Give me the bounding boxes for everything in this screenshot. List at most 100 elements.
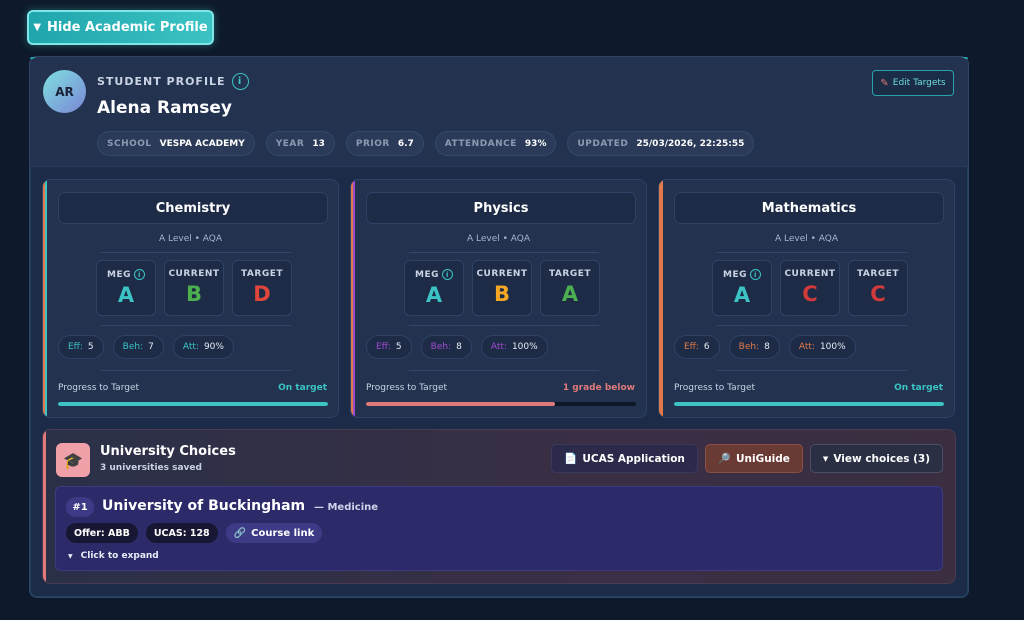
subject-title: Chemistry [58, 192, 328, 224]
target-grade: A [561, 282, 579, 306]
effort-value: 6 [703, 342, 710, 352]
subject-qualification: A Level • AQA [466, 234, 531, 244]
magnifier-icon: 🔎 [717, 453, 731, 465]
divider [409, 252, 599, 253]
effort-label: Eff: [376, 342, 391, 352]
meg-grade-box: MEG i A [404, 260, 464, 316]
target-label: TARGET [240, 269, 283, 279]
meg-grade: A [425, 283, 443, 307]
divider [101, 252, 291, 253]
chip-value: VESPA ACADEMY [159, 138, 245, 149]
divider [717, 370, 907, 371]
meg-label-text: MEG [107, 269, 131, 280]
info-icon[interactable]: i [134, 269, 145, 280]
divider [101, 325, 291, 326]
click-to-expand[interactable]: ▼ Click to expand [68, 551, 159, 561]
edit-targets-button[interactable]: ✎ Edit Targets [872, 70, 954, 96]
attendance-stat: Att: 90% [172, 335, 234, 359]
hide-academic-profile-button[interactable]: ▼ Hide Academic Profile [27, 10, 214, 45]
attendance-value: 100% [819, 342, 846, 352]
divider [717, 252, 907, 253]
progress-status: 1 grade below [562, 383, 635, 393]
attendance-label: Att: [798, 342, 815, 352]
progress-fill [674, 402, 944, 406]
progress-bar [58, 402, 328, 406]
target-grade-box: TARGET D [232, 260, 292, 316]
target-label: TARGET [548, 269, 591, 279]
course-link[interactable]: 🔗 Course link [225, 523, 323, 543]
grade-boxes: MEG i A CURRENT B TARGET D [96, 260, 292, 316]
subject-stats: Eff: 5 Beh: 7 Att: 90% [58, 335, 234, 359]
uniguide-label: UniGuide [735, 452, 790, 465]
behaviour-stat: Beh: 8 [420, 335, 472, 359]
choice-rank-badge: #1 [66, 497, 94, 517]
effort-label: Eff: [684, 342, 699, 352]
effort-stat: Eff: 6 [674, 335, 720, 359]
meg-label: MEG i [723, 269, 761, 280]
meg-grade: A [733, 283, 751, 307]
caret-down-icon: ▼ [33, 22, 42, 33]
current-grade: C [802, 282, 818, 306]
avatar: AR [43, 70, 86, 113]
subject-title: Mathematics [674, 192, 944, 224]
grade-boxes: MEG i A CURRENT B TARGET A [404, 260, 600, 316]
divider [717, 325, 907, 326]
toggle-label: Hide Academic Profile [47, 20, 208, 35]
current-grade: B [493, 282, 510, 306]
effort-stat: Eff: 5 [366, 335, 412, 359]
expand-label: Click to expand [80, 551, 159, 561]
university-name-text: University of Buckingham [102, 498, 306, 514]
academic-profile-panel: AR STUDENT PROFILE i Alena Ramsey ✎ Edit… [29, 56, 969, 598]
meg-label: MEG i [107, 269, 145, 280]
meg-grade: A [117, 283, 135, 307]
progress-label: Progress to Target [58, 383, 140, 393]
view-choices-label: View choices (3) [833, 452, 930, 465]
university-actions: 📄 UCAS Application 🔎 UniGuide ▼ View cho… [551, 444, 943, 473]
current-label: CURRENT [784, 269, 836, 279]
attendance-value: 90% [203, 342, 224, 352]
subject-cards: Chemistry A Level • AQA MEG i A CURRENT B… [42, 179, 955, 418]
progress-label: Progress to Target [366, 383, 448, 393]
profile-section-label: STUDENT PROFILE i [97, 73, 249, 90]
behaviour-stat: Beh: 7 [112, 335, 164, 359]
info-icon[interactable]: i [750, 269, 761, 280]
chip-value: 13 [312, 138, 325, 149]
meg-label-text: MEG [415, 269, 439, 280]
chip-updated: UPDATED 25/03/2026, 22:25:55 [567, 131, 755, 156]
university-choices-title: University Choices [100, 444, 236, 459]
chip-key: ATTENDANCE [444, 138, 517, 149]
uniguide-button[interactable]: 🔎 UniGuide [704, 444, 803, 473]
info-icon[interactable]: i [442, 269, 453, 280]
behaviour-stat: Beh: 8 [728, 335, 780, 359]
target-grade-box: TARGET C [848, 260, 908, 316]
target-grade: C [870, 282, 886, 306]
behaviour-label: Beh: [738, 342, 760, 352]
university-tags: Offer: ABB UCAS: 128 🔗 Course link [66, 523, 323, 543]
offer-tag: Offer: ABB [66, 523, 138, 543]
chip-key: UPDATED [577, 138, 629, 149]
view-choices-button[interactable]: ▼ View choices (3) [809, 444, 943, 473]
subject-card-physics: Physics A Level • AQA MEG i A CURRENT B T… [350, 179, 647, 418]
behaviour-value: 7 [148, 342, 154, 352]
university-choice-card[interactable]: #1 University of Buckingham — Medicine O… [55, 486, 943, 571]
university-name: University of Buckingham — Medicine [102, 498, 378, 514]
profile-label-text: STUDENT PROFILE [97, 75, 226, 88]
chip-value: 6.7 [397, 138, 414, 149]
university-choices-section: 🎓 University Choices 3 universities save… [42, 429, 956, 584]
chip-attendance: ATTENDANCE 93% [434, 131, 557, 156]
behaviour-value: 8 [456, 342, 462, 352]
progress-label: Progress to Target [674, 383, 756, 393]
chip-prior: PRIOR 6.7 [345, 131, 424, 156]
ucas-application-button[interactable]: 📄 UCAS Application [551, 444, 698, 473]
chip-key: SCHOOL [107, 138, 152, 149]
info-icon[interactable]: i [231, 73, 249, 90]
meg-grade-box: MEG i A [96, 260, 156, 316]
attendance-stat: Att: 100% [480, 335, 548, 359]
current-label: CURRENT [476, 269, 528, 279]
attendance-value: 100% [511, 342, 538, 352]
divider [409, 325, 599, 326]
subject-qualification: A Level • AQA [158, 234, 223, 244]
divider [101, 370, 291, 371]
profile-header: AR STUDENT PROFILE i Alena Ramsey ✎ Edit… [30, 57, 968, 167]
behaviour-label: Beh: [122, 342, 144, 352]
